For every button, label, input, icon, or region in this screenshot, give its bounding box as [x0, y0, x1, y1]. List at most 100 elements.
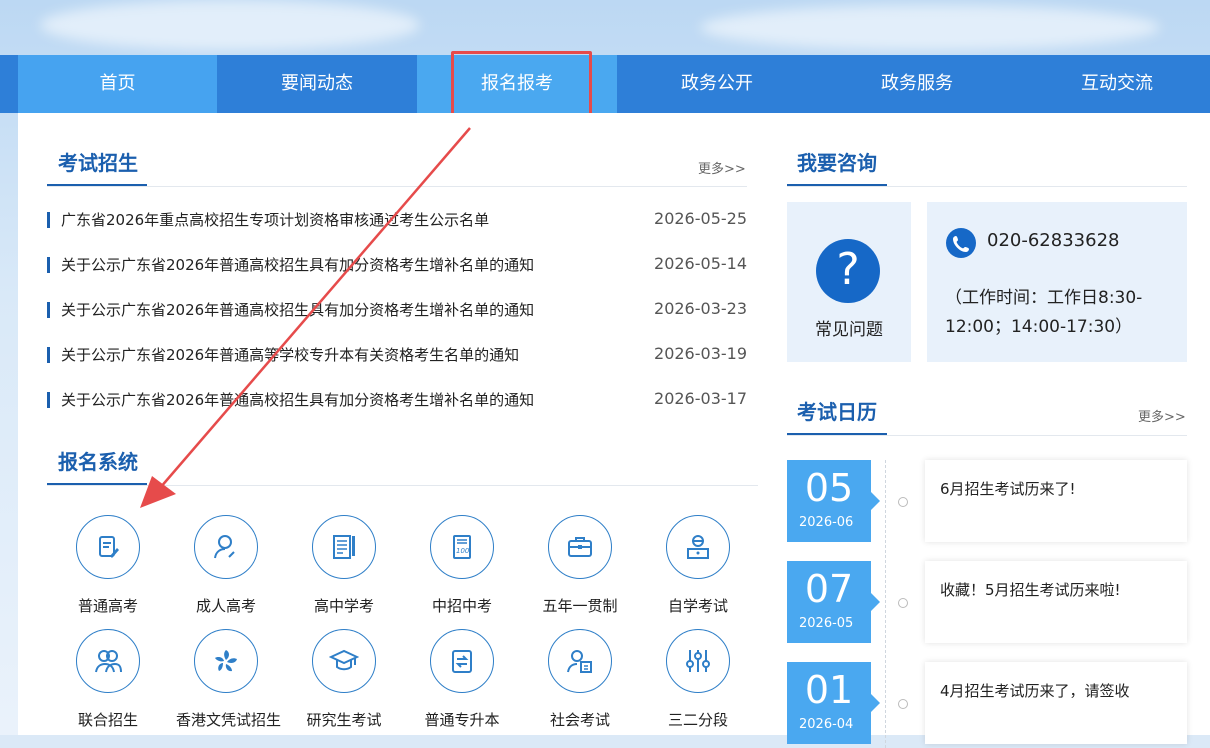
faq-card[interactable]: ? 常见问题: [787, 202, 911, 362]
adult-user-icon[interactable]: [194, 515, 258, 579]
event-text[interactable]: 4月招生考试历来了，请签收: [940, 680, 1130, 701]
faq-label[interactable]: 常见问题: [787, 315, 911, 340]
signup-item-three-two[interactable]: 三二分段: [648, 629, 748, 730]
working-hours: （工作时间：工作日8:30-12:00；14:00-17:30）: [945, 288, 1143, 337]
news-title[interactable]: 关于公示广东省2026年普通高校招生具有加分资格考生增补名单的通知: [61, 299, 534, 320]
section-rule: [47, 485, 758, 486]
signup-item-hkdse[interactable]: 香港文凭试招生: [176, 629, 282, 730]
news-item[interactable]: 广东省2026年重点高校招生专项计划资格审核通过考生公示名单 2026-05-2…: [47, 208, 747, 232]
event-card[interactable]: 收藏！5月招生考试历来啦!: [925, 561, 1187, 643]
signup-item-label: 自学考试: [667, 597, 728, 615]
badge-pointer: [871, 492, 880, 510]
score-sheet-icon[interactable]: 100: [430, 515, 494, 579]
news-title[interactable]: 关于公示广东省2026年普通高等学校专升本有关资格考生名单的通知: [61, 344, 519, 365]
social-exam-icon[interactable]: [548, 629, 612, 693]
phone-number: 020-62833628: [987, 230, 1120, 251]
exam-more-link[interactable]: 更多>>: [698, 158, 746, 177]
edit-document-icon[interactable]: [76, 515, 140, 579]
news-title[interactable]: 关于公示广东省2026年普通高校招生具有加分资格考生增补名单的通知: [61, 389, 534, 410]
nav-gov-services[interactable]: 政务服务: [817, 55, 1017, 113]
news-item[interactable]: 关于公示广东省2026年普通高校招生具有加分资格考生增补名单的通知 2026-0…: [47, 298, 747, 322]
event-card[interactable]: 4月招生考试历来了，请签收: [925, 662, 1187, 744]
section-rule: [787, 435, 1187, 436]
exam-section-title: 考试招生: [58, 151, 138, 175]
nav-interaction[interactable]: 互动交流: [1017, 55, 1210, 113]
event-month: 2026-05: [799, 616, 854, 631]
signup-item-upgrade[interactable]: 普通专升本: [412, 629, 512, 730]
phone-icon: [946, 228, 976, 258]
event-text[interactable]: 6月招生考试历来了!: [940, 478, 1076, 499]
news-date: 2026-03-19: [654, 344, 747, 363]
news-date: 2026-05-25: [654, 209, 747, 228]
bullet-bar: [47, 302, 50, 318]
date-badge: 01 2026-04: [787, 662, 871, 744]
signup-item-label: 高中学考: [313, 597, 374, 615]
signup-item-label: 成人高考: [195, 597, 256, 615]
signup-item-label: 联合招生: [77, 711, 138, 729]
news-date: 2026-05-14: [654, 254, 747, 273]
signup-item-zhongkao[interactable]: 100 中招中考: [412, 515, 512, 616]
section-rule: [787, 186, 1187, 187]
signup-item-label: 中招中考: [431, 597, 492, 615]
main-nav: 首页 要闻动态 报名报考 政务公开 政务服务 互动交流: [0, 55, 1210, 113]
date-badge: 07 2026-05: [787, 561, 871, 643]
consult-section-title: 我要咨询: [797, 151, 877, 175]
calendar-event[interactable]: 01 2026-04 4月招生考试历来了，请签收: [787, 662, 1187, 744]
nav-home[interactable]: 首页: [18, 55, 217, 113]
question-mark-icon[interactable]: ?: [816, 239, 880, 303]
nav-gov-affairs[interactable]: 政务公开: [617, 55, 817, 113]
signup-item-social-exam[interactable]: 社会考试: [530, 629, 630, 730]
event-day: 05: [804, 466, 854, 510]
event-card[interactable]: 6月招生考试历来了!: [925, 460, 1187, 542]
signup-item-label: 普通高考: [77, 597, 138, 615]
calendar-event[interactable]: 05 2026-06 6月招生考试历来了!: [787, 460, 1187, 542]
calendar-more-link[interactable]: 更多>>: [1138, 406, 1186, 425]
event-month: 2026-06: [799, 515, 854, 530]
signup-item-label: 五年一贯制: [542, 597, 618, 615]
bullet-bar: [47, 212, 50, 228]
briefcase-icon[interactable]: [548, 515, 612, 579]
signup-item-label: 研究生考试: [306, 711, 382, 729]
cloud-decoration: [40, 0, 420, 50]
signup-item-graduate[interactable]: 研究生考试: [294, 629, 394, 730]
news-title[interactable]: 关于公示广东省2026年普通高校招生具有加分资格考生增补名单的通知: [61, 254, 534, 275]
news-item[interactable]: 关于公示广东省2026年普通高等学校专升本有关资格考生名单的通知 2026-03…: [47, 343, 747, 367]
event-month: 2026-04: [799, 717, 854, 732]
news-date: 2026-03-23: [654, 299, 747, 318]
signup-item-gaokao[interactable]: 普通高考: [58, 515, 158, 616]
self-study-user-icon[interactable]: [666, 515, 730, 579]
date-badge: 05 2026-06: [787, 460, 871, 542]
news-item[interactable]: 关于公示广东省2026年普通高校招生具有加分资格考生增补名单的通知 2026-0…: [47, 388, 747, 412]
phone-card: 020-62833628 （工作时间：工作日8:30-12:00；14:00-1…: [927, 202, 1187, 362]
timeline-dot: [898, 598, 908, 608]
signup-item-adult[interactable]: 成人高考: [176, 515, 276, 616]
notebook-icon[interactable]: [312, 515, 376, 579]
signup-item-five-year[interactable]: 五年一贯制: [530, 515, 630, 616]
highlight-box: [451, 51, 592, 117]
group-users-icon[interactable]: [76, 629, 140, 693]
cloud-decoration: [700, 5, 1160, 50]
signup-item-self-study[interactable]: 自学考试: [648, 515, 748, 616]
calendar-section-title: 考试日历: [797, 400, 877, 424]
signup-item-label: 普通专升本: [424, 711, 500, 729]
signup-item-joint[interactable]: 联合招生: [58, 629, 158, 730]
calendar-event[interactable]: 07 2026-05 收藏！5月招生考试历来啦!: [787, 561, 1187, 643]
signup-item-label: 香港文凭试招生: [176, 711, 282, 729]
timeline-dot: [898, 699, 908, 709]
event-day: 07: [804, 567, 854, 611]
badge-pointer: [871, 593, 880, 611]
timeline-dot: [898, 497, 908, 507]
signup-item-highschool[interactable]: 高中学考: [294, 515, 394, 616]
signup-section-title: 报名系统: [58, 450, 138, 474]
signup-item-label: 三二分段: [667, 711, 728, 729]
sliders-icon[interactable]: [666, 629, 730, 693]
news-item[interactable]: 关于公示广东省2026年普通高校招生具有加分资格考生增补名单的通知 2026-0…: [47, 253, 747, 277]
upgrade-document-icon[interactable]: [430, 629, 494, 693]
section-rule: [47, 186, 747, 187]
nav-news[interactable]: 要闻动态: [217, 55, 417, 113]
hk-bauhinia-icon[interactable]: [194, 629, 258, 693]
graduation-cap-icon[interactable]: [312, 629, 376, 693]
bullet-bar: [47, 257, 50, 273]
news-title[interactable]: 广东省2026年重点高校招生专项计划资格审核通过考生公示名单: [61, 209, 489, 230]
event-text[interactable]: 收藏！5月招生考试历来啦!: [940, 579, 1121, 600]
